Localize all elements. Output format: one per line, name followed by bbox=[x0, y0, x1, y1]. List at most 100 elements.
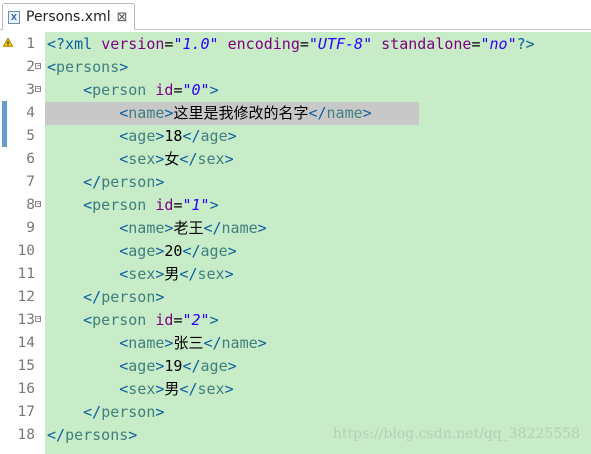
code-text: <?xml version="1.0" encoding="UTF-8" sta… bbox=[47, 33, 535, 56]
code-token: age bbox=[128, 357, 156, 375]
code-line[interactable]: 1 <?xml version="1.0" encoding="UTF-8" st… bbox=[0, 33, 591, 56]
code-line[interactable]: 11 <sex>男</sex> bbox=[0, 263, 591, 286]
code-token: < bbox=[119, 242, 129, 260]
code-line[interactable]: 4 <name>这里是我修改的名字</name> bbox=[0, 102, 591, 125]
code-token: person bbox=[101, 173, 156, 191]
line-number: 5 bbox=[26, 128, 35, 144]
code-line[interactable]: 9 <name>老王</name> bbox=[0, 217, 591, 240]
code-token: </ bbox=[179, 380, 198, 398]
line-number: 16 bbox=[17, 381, 35, 397]
code-text: </persons> bbox=[47, 424, 137, 447]
code-text: <name>老王</name> bbox=[47, 217, 267, 240]
code-token: person bbox=[101, 288, 156, 306]
line-number: 15 bbox=[17, 358, 35, 374]
line-number: 7 bbox=[26, 174, 35, 190]
code-token: age bbox=[128, 242, 156, 260]
code-token: = bbox=[299, 35, 309, 53]
code-token: > bbox=[209, 81, 219, 99]
code-token: name bbox=[221, 334, 258, 352]
code-token: 19 bbox=[164, 357, 183, 375]
code-token: < bbox=[119, 380, 129, 398]
code-line[interactable]: 13− <person id="2"> bbox=[0, 309, 591, 332]
code-token: > bbox=[257, 334, 267, 352]
code-token: < bbox=[119, 357, 129, 375]
code-line[interactable]: 3− <person id="0"> bbox=[0, 79, 591, 102]
code-token: sex bbox=[128, 265, 156, 283]
code-token: > bbox=[257, 219, 267, 237]
tab-persons-xml[interactable]: X Persons.xml ⊠ bbox=[2, 3, 135, 30]
code-line[interactable]: 7 </person> bbox=[0, 171, 591, 194]
code-token: < bbox=[119, 334, 129, 352]
code-token: age bbox=[128, 127, 156, 145]
code-token: </ bbox=[47, 426, 66, 444]
code-line[interactable]: 8− <person id="1"> bbox=[0, 194, 591, 217]
code-line[interactable]: 12 </person> bbox=[0, 286, 591, 309]
code-token: </ bbox=[182, 357, 201, 375]
line-number: 3 bbox=[26, 82, 35, 98]
fold-toggle-icon[interactable]: − bbox=[35, 316, 42, 323]
close-icon[interactable]: ⊠ bbox=[117, 10, 128, 25]
code-line[interactable]: 6 <sex>女</sex> bbox=[0, 148, 591, 171]
code-text: <age>20</age> bbox=[47, 240, 237, 263]
code-token: persons bbox=[56, 58, 120, 76]
code-token: sex bbox=[197, 265, 225, 283]
code-token: id bbox=[155, 196, 174, 214]
code-token: name bbox=[221, 219, 258, 237]
code-line[interactable]: 17 </person> bbox=[0, 401, 591, 424]
code-token: "UTF-8" bbox=[308, 35, 373, 53]
fold-toggle-icon[interactable]: − bbox=[35, 201, 42, 208]
line-number: 10 bbox=[17, 243, 35, 259]
code-line[interactable]: 14 <name>张三</name> bbox=[0, 332, 591, 355]
code-token: ?> bbox=[516, 35, 535, 53]
code-token: > bbox=[155, 173, 165, 191]
editor-tab-bar: X Persons.xml ⊠ bbox=[0, 0, 591, 30]
code-token: persons bbox=[65, 426, 129, 444]
code-token: "2" bbox=[182, 311, 210, 329]
fold-toggle-icon[interactable]: − bbox=[35, 86, 42, 93]
code-text: <age>18</age> bbox=[47, 125, 236, 148]
code-token: > bbox=[209, 196, 219, 214]
fold-toggle-icon[interactable]: − bbox=[35, 63, 42, 70]
code-token: > bbox=[227, 242, 237, 260]
xml-file-icon: X bbox=[8, 10, 20, 24]
line-number: 13 bbox=[17, 312, 35, 328]
code-token: 男 bbox=[164, 380, 180, 398]
code-token: < bbox=[83, 196, 93, 214]
code-line[interactable]: 15 <age>19</age> bbox=[0, 355, 591, 378]
code-token: > bbox=[227, 357, 237, 375]
code-line[interactable]: 5 <age>18</age> bbox=[0, 125, 591, 148]
code-token: name bbox=[326, 104, 363, 122]
code-text: <name>这里是我修改的名字</name> bbox=[47, 102, 372, 125]
code-token: person bbox=[92, 311, 147, 329]
code-text: <person id="0"> bbox=[47, 79, 219, 102]
code-line[interactable]: 16 <sex>男</sex> bbox=[0, 378, 591, 401]
code-token: "1.0" bbox=[173, 35, 219, 53]
code-line[interactable]: 2− <persons> bbox=[0, 56, 591, 79]
code-token: id bbox=[155, 311, 174, 329]
code-token: > bbox=[224, 265, 234, 283]
code-token: 老王 bbox=[173, 219, 204, 237]
code-token: sex bbox=[128, 380, 156, 398]
code-token: "no" bbox=[480, 35, 517, 53]
xml-editor[interactable]: 1 <?xml version="1.0" encoding="UTF-8" st… bbox=[0, 32, 591, 454]
code-token: </ bbox=[83, 173, 102, 191]
line-number: 17 bbox=[17, 404, 35, 420]
code-token: 这里是我修改的名字 bbox=[173, 104, 309, 122]
code-token: 女 bbox=[164, 150, 180, 168]
code-token: 20 bbox=[164, 242, 183, 260]
code-text: <age>19</age> bbox=[47, 355, 237, 378]
code-token: > bbox=[362, 104, 372, 122]
code-token: = bbox=[471, 35, 481, 53]
code-line[interactable]: 10 <age>20</age> bbox=[0, 240, 591, 263]
